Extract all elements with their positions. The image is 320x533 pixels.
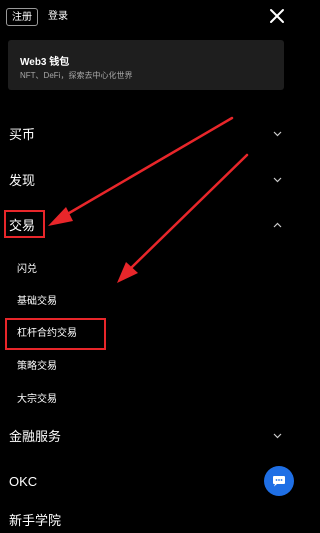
menu-item-label: 新手学院 [9,513,62,528]
menu-item-label: OKC [9,474,38,489]
menu-item-discover[interactable]: 发现 [0,169,291,193]
chevron-down-icon [273,131,282,137]
submenu-item-label: 基础交易 [17,296,57,307]
support-chat-button[interactable] [264,466,294,496]
web3-wallet-subtitle: NFT、DeFi，探索去中心化世界 [20,71,133,80]
submenu-item-basic-trade[interactable]: 基础交易 [0,292,200,312]
menu-item-finance[interactable]: 金融服务 [0,425,291,449]
chevron-up-icon [273,222,282,228]
submenu-item-label: 大宗交易 [17,394,57,405]
chevron-down-icon [273,177,282,183]
close-icon[interactable] [269,8,285,24]
chevron-down-icon [273,433,282,439]
submenu-item-label: 闪兑 [17,264,37,275]
submenu-item-label: 策略交易 [17,361,57,372]
web3-wallet-title: Web3 钱包 [20,57,70,68]
menu-item-okc[interactable]: OKC [0,470,291,494]
register-button[interactable]: 注册 [6,8,38,26]
menu-item-buy[interactable]: 买币 [0,123,291,147]
menu-item-label: 买币 [9,127,36,142]
annotation-box-trade [4,210,45,238]
login-button[interactable]: 登录 [48,8,68,26]
web3-wallet-card[interactable]: Web3 钱包 NFT、DeFi，探索去中心化世界 [8,40,284,90]
annotation-box-margin-futures [5,318,106,350]
menu-item-label: 金融服务 [9,429,62,444]
submenu-item-block-trade[interactable]: 大宗交易 [0,390,200,410]
submenu-item-flash-swap[interactable]: 闪兑 [0,260,200,280]
submenu-item-strategy-trade[interactable]: 策略交易 [0,357,200,377]
chat-bubble-icon [273,476,285,487]
top-bar: 注册 登录 [0,0,291,34]
menu-item-label: 发现 [9,173,36,188]
menu-item-academy[interactable]: 新手学院 [0,509,291,533]
